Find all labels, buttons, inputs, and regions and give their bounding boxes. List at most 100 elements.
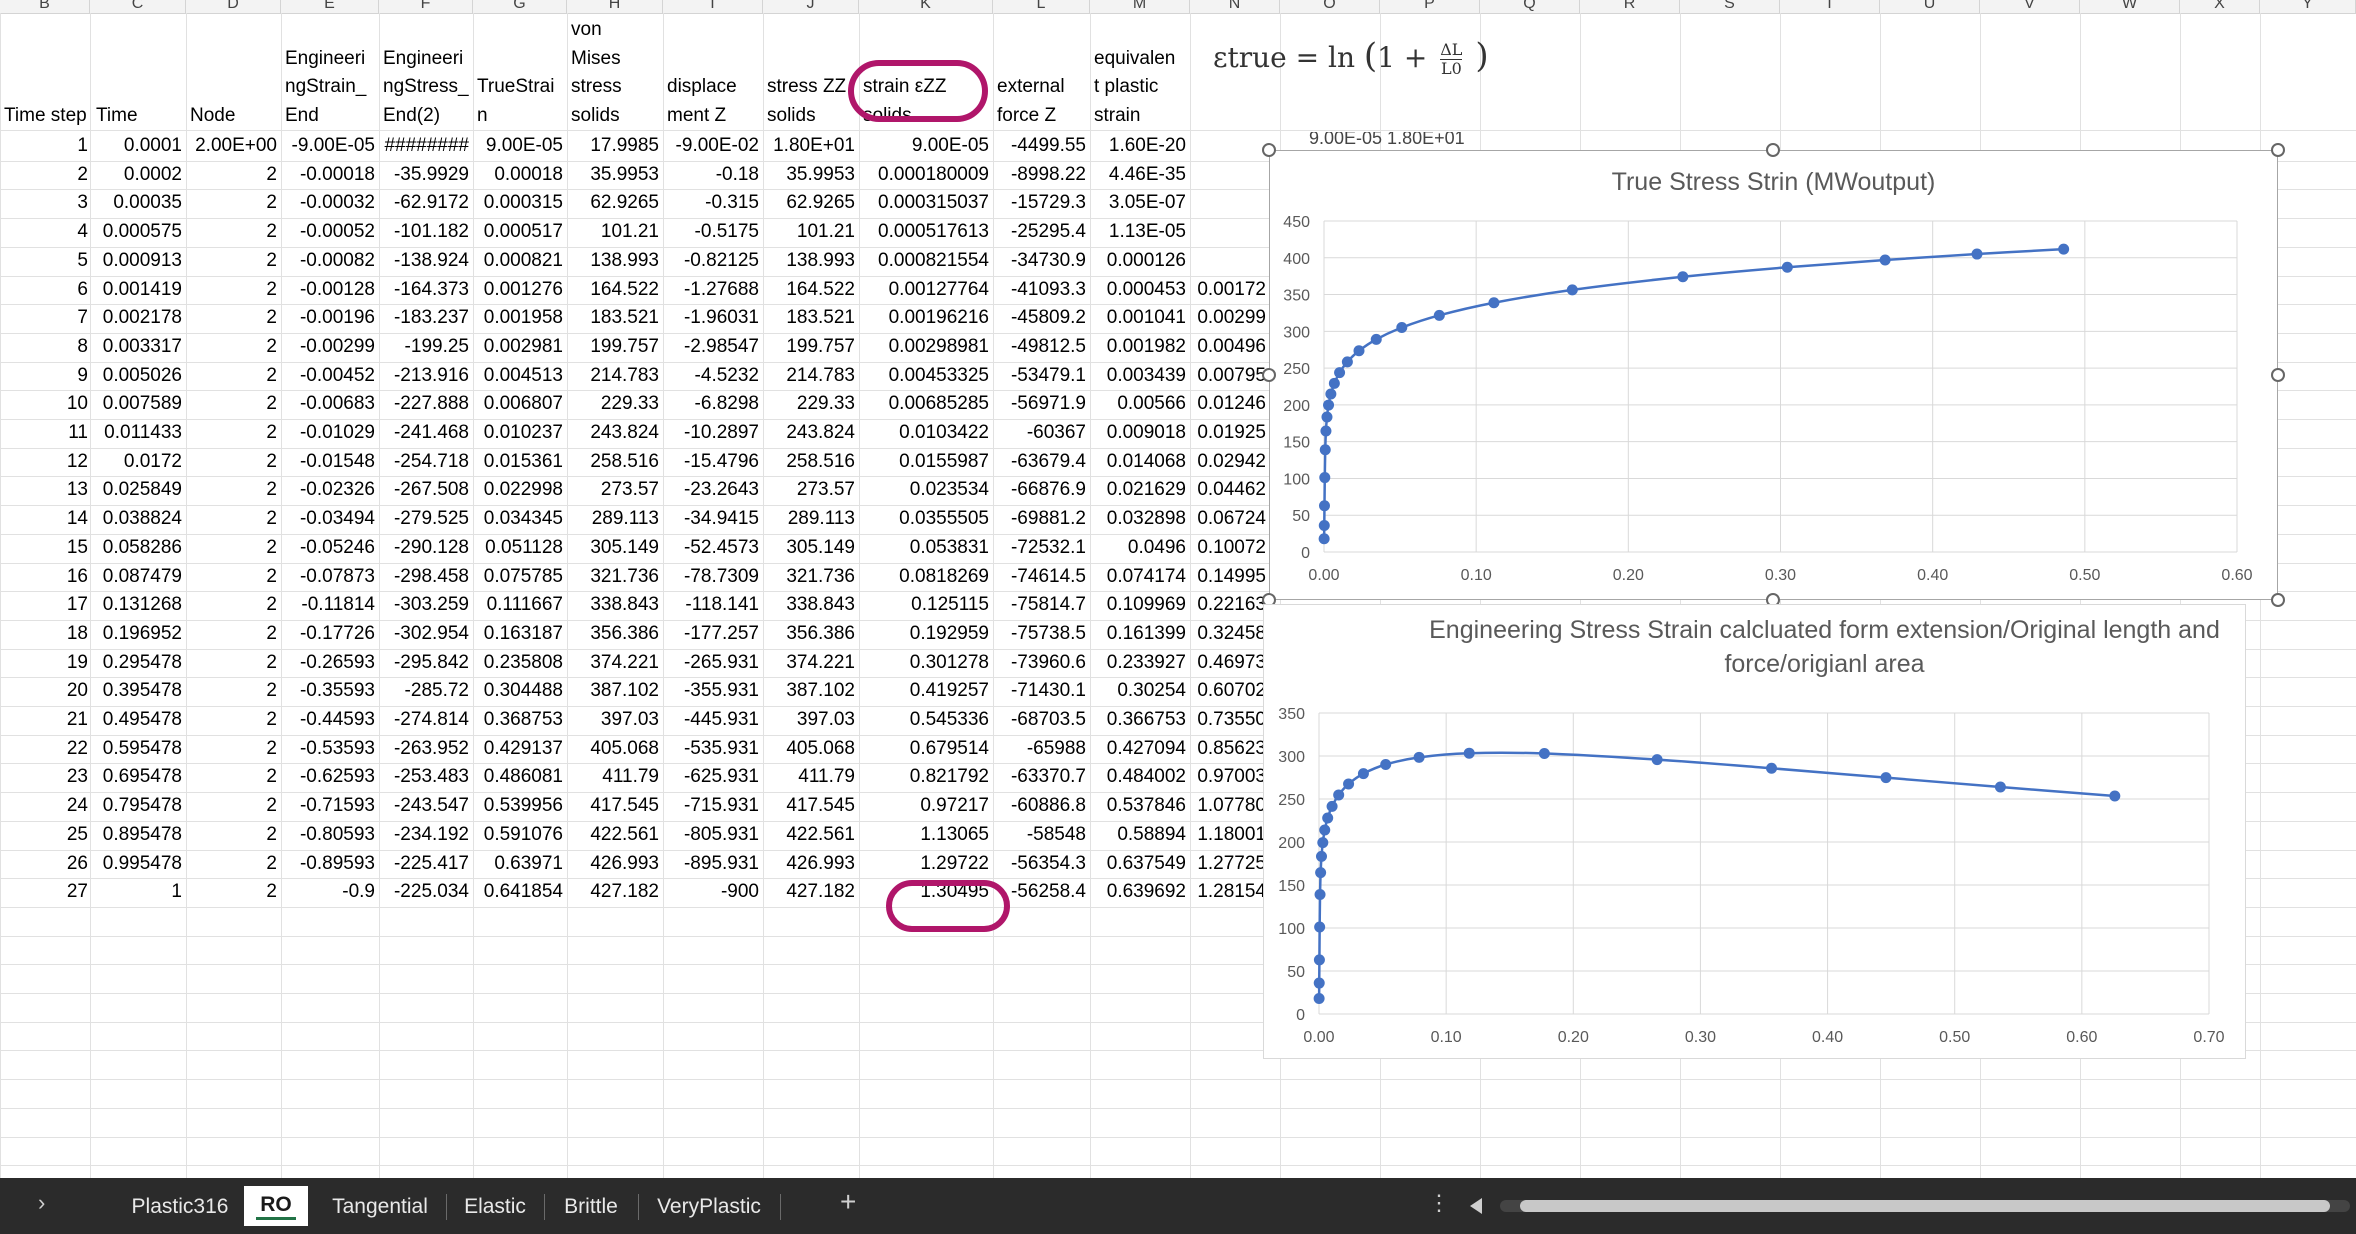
- table-cell[interactable]: 138.993: [763, 247, 859, 276]
- table-cell[interactable]: -445.931: [663, 706, 763, 735]
- table-cell[interactable]: 18: [0, 620, 92, 649]
- table-cell[interactable]: 2: [0, 161, 92, 190]
- table-cell[interactable]: 0.63971: [473, 850, 567, 879]
- column-header[interactable]: H: [567, 0, 663, 13]
- table-cell[interactable]: 0.163187: [473, 620, 567, 649]
- table-cell[interactable]: -900: [663, 878, 763, 907]
- table-cell[interactable]: 0.000180009: [859, 161, 993, 190]
- table-cell[interactable]: -35.9929: [379, 161, 473, 190]
- table-cell[interactable]: 0.539956: [473, 792, 567, 821]
- table-cell[interactable]: -164.373: [379, 276, 473, 305]
- table-cell[interactable]: 11: [0, 419, 92, 448]
- engineering-stress-strain-chart[interactable]: Engineering Stress Strain calcluated for…: [1263, 604, 2246, 1059]
- column-header[interactable]: Y: [2260, 0, 2356, 13]
- column-header[interactable]: R: [1580, 0, 1680, 13]
- table-cell[interactable]: 338.843: [567, 591, 663, 620]
- table-cell[interactable]: 0.60702: [1190, 677, 1270, 706]
- scroll-left-icon[interactable]: [1470, 1198, 1482, 1214]
- table-cell[interactable]: -0.18: [663, 161, 763, 190]
- table-cell[interactable]: 405.068: [567, 735, 663, 764]
- table-cell[interactable]: 14: [0, 505, 92, 534]
- table-cell[interactable]: 2: [186, 333, 281, 362]
- table-cell[interactable]: 6: [0, 276, 92, 305]
- table-cell[interactable]: 0.995478: [92, 850, 186, 879]
- column-title[interactable]: external force Z: [993, 13, 1090, 130]
- table-cell[interactable]: 0.97217: [859, 792, 993, 821]
- table-cell[interactable]: -0.00032: [281, 189, 379, 218]
- table-cell[interactable]: 2: [186, 706, 281, 735]
- column-header[interactable]: Q: [1480, 0, 1580, 13]
- table-cell[interactable]: 0.025849: [92, 476, 186, 505]
- table-cell[interactable]: [1190, 189, 1270, 218]
- table-cell[interactable]: 2: [186, 763, 281, 792]
- table-cell[interactable]: -183.237: [379, 304, 473, 333]
- resize-handle-top-right[interactable]: [2271, 143, 2285, 157]
- column-header[interactable]: F: [379, 0, 473, 13]
- table-cell[interactable]: -25295.4: [993, 218, 1090, 247]
- table-cell[interactable]: 0.000575: [92, 218, 186, 247]
- column-header[interactable]: U: [1880, 0, 1980, 13]
- table-cell[interactable]: 387.102: [763, 677, 859, 706]
- table-cell[interactable]: 0.058286: [92, 534, 186, 563]
- table-cell[interactable]: 2: [186, 649, 281, 678]
- table-cell[interactable]: -0.26593: [281, 649, 379, 678]
- table-cell[interactable]: 0.011433: [92, 419, 186, 448]
- tab-tangential[interactable]: Tangential: [320, 1192, 440, 1222]
- column-title[interactable]: Node: [186, 13, 281, 130]
- table-cell[interactable]: 374.221: [567, 649, 663, 678]
- table-cell[interactable]: 0.366753: [1090, 706, 1190, 735]
- table-cell[interactable]: 0.0496: [1090, 534, 1190, 563]
- table-cell[interactable]: 0.00496: [1190, 333, 1270, 362]
- table-cell[interactable]: 183.521: [567, 304, 663, 333]
- table-cell[interactable]: -295.842: [379, 649, 473, 678]
- table-cell[interactable]: -0.44593: [281, 706, 379, 735]
- table-cell[interactable]: 27: [0, 878, 92, 907]
- table-cell[interactable]: -0.71593: [281, 792, 379, 821]
- table-cell[interactable]: 9.00E-05: [859, 132, 993, 161]
- table-cell[interactable]: 1.07780: [1190, 792, 1270, 821]
- column-header[interactable]: L: [993, 0, 1090, 13]
- table-cell[interactable]: 35.9953: [763, 161, 859, 190]
- table-cell[interactable]: 0.000913: [92, 247, 186, 276]
- table-cell[interactable]: 2: [186, 362, 281, 391]
- table-cell[interactable]: 2: [186, 878, 281, 907]
- table-cell[interactable]: 356.386: [567, 620, 663, 649]
- column-header[interactable]: P: [1380, 0, 1480, 13]
- table-cell[interactable]: 62.9265: [567, 189, 663, 218]
- table-cell[interactable]: 2: [186, 591, 281, 620]
- table-cell[interactable]: -0.01548: [281, 448, 379, 477]
- table-cell[interactable]: 0.038824: [92, 505, 186, 534]
- table-cell[interactable]: 338.843: [763, 591, 859, 620]
- table-cell[interactable]: 0.637549: [1090, 850, 1190, 879]
- table-cell[interactable]: -895.931: [663, 850, 763, 879]
- table-cell[interactable]: 19: [0, 649, 92, 678]
- table-cell[interactable]: -279.525: [379, 505, 473, 534]
- tab-veryplastic[interactable]: VeryPlastic: [644, 1192, 774, 1222]
- table-cell[interactable]: 0.545336: [859, 706, 993, 735]
- column-header-row[interactable]: BCDEFGHIJKLMNOPQRSTUVWXY: [0, 0, 2356, 14]
- table-cell[interactable]: -0.315: [663, 189, 763, 218]
- table-cell[interactable]: 321.736: [567, 563, 663, 592]
- table-cell[interactable]: -1.96031: [663, 304, 763, 333]
- table-cell[interactable]: -225.034: [379, 878, 473, 907]
- resize-handle-bottom-right[interactable]: [2271, 593, 2285, 607]
- table-cell[interactable]: 0.85623: [1190, 735, 1270, 764]
- table-cell[interactable]: 0.00035: [92, 189, 186, 218]
- table-cell[interactable]: -0.53593: [281, 735, 379, 764]
- table-cell[interactable]: 0.97003: [1190, 763, 1270, 792]
- table-cell[interactable]: 2.00E+00: [186, 132, 281, 161]
- table-cell[interactable]: 0.002178: [92, 304, 186, 333]
- table-cell[interactable]: 0.003317: [92, 333, 186, 362]
- table-cell[interactable]: 24: [0, 792, 92, 821]
- table-cell[interactable]: 0.015361: [473, 448, 567, 477]
- table-cell[interactable]: 2: [186, 247, 281, 276]
- table-cell[interactable]: 3: [0, 189, 92, 218]
- table-cell[interactable]: -10.2897: [663, 419, 763, 448]
- table-cell[interactable]: 183.521: [763, 304, 859, 333]
- horizontal-scrollbar[interactable]: [1470, 1196, 2350, 1216]
- table-cell[interactable]: 0.000517613: [859, 218, 993, 247]
- table-cell[interactable]: 0.001419: [92, 276, 186, 305]
- table-cell[interactable]: 214.783: [763, 362, 859, 391]
- scroll-tabs-icon[interactable]: ›: [38, 1190, 45, 1216]
- table-cell[interactable]: 0.007589: [92, 390, 186, 419]
